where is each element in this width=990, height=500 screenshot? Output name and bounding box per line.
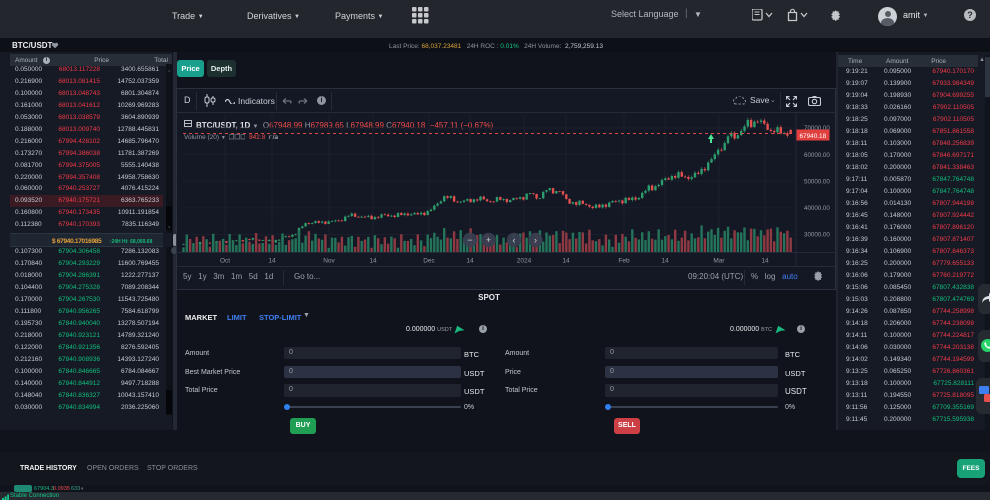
svg-text:›: › bbox=[534, 235, 537, 245]
svg-text:Nov: Nov bbox=[323, 258, 335, 265]
svg-text:60000.00: 60000.00 bbox=[804, 152, 830, 159]
svg-text:40000.00: 40000.00 bbox=[804, 205, 830, 212]
svg-text:67940.18: 67940.18 bbox=[800, 133, 827, 140]
svg-text:Feb: Feb bbox=[618, 258, 630, 265]
svg-text:‹: ‹ bbox=[513, 235, 516, 245]
svg-text:14: 14 bbox=[268, 258, 276, 265]
svg-text:14: 14 bbox=[562, 258, 570, 265]
svg-text:Dec: Dec bbox=[423, 258, 435, 265]
svg-text:Oct: Oct bbox=[220, 258, 230, 265]
svg-text:14: 14 bbox=[466, 258, 474, 265]
svg-text:14: 14 bbox=[369, 258, 377, 265]
svg-text:30000.00: 30000.00 bbox=[804, 232, 830, 239]
svg-text:−: − bbox=[467, 235, 472, 245]
svg-text:50000.00: 50000.00 bbox=[804, 179, 830, 186]
svg-text:+: + bbox=[486, 235, 491, 245]
svg-text:14: 14 bbox=[661, 258, 669, 265]
svg-text:Mar: Mar bbox=[713, 258, 725, 265]
svg-text:14: 14 bbox=[761, 258, 769, 265]
svg-text:2024: 2024 bbox=[517, 258, 532, 265]
